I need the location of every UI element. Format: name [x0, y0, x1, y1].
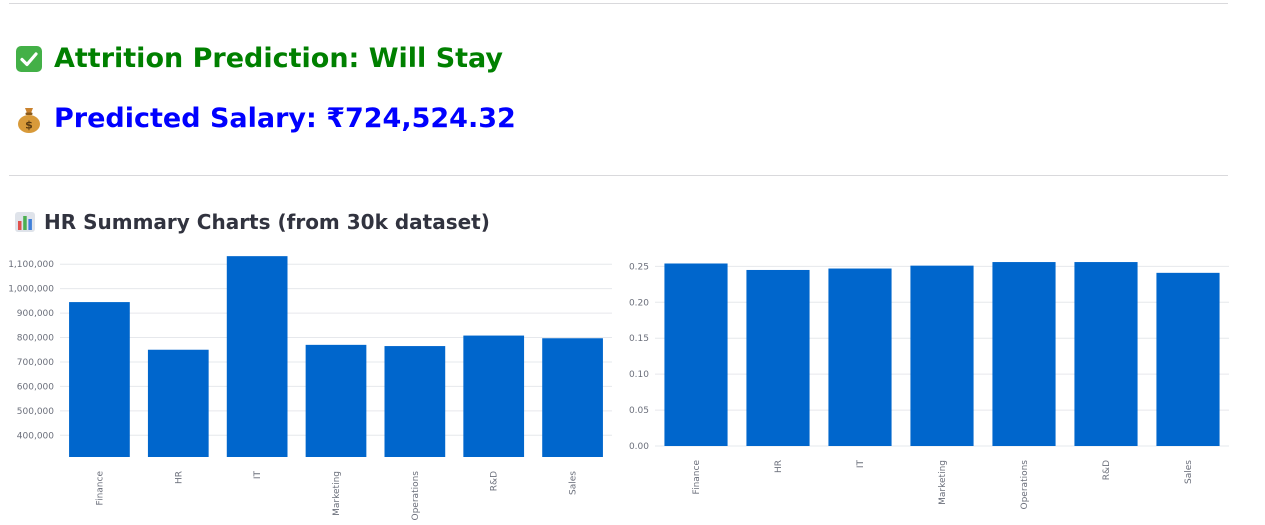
check-mark-button-icon — [14, 44, 44, 74]
x-tick-label: R&D — [490, 471, 500, 491]
x-tick-label: Operations — [411, 471, 421, 521]
bar-finance — [664, 263, 728, 446]
y-tick-label: 1,100,000 — [8, 260, 54, 270]
bar-hr — [147, 349, 209, 457]
bar-r-d — [463, 335, 525, 457]
x-tick-label: IT — [253, 471, 263, 480]
bar-it — [226, 256, 288, 457]
y-tick-label: 600,000 — [17, 382, 54, 392]
x-tick-label: IT — [856, 460, 866, 469]
bar-sales — [1156, 272, 1220, 446]
bar-operations — [992, 262, 1056, 446]
y-tick-label: 0.05 — [629, 406, 649, 416]
bar-operations — [384, 346, 446, 457]
y-tick-label: 900,000 — [17, 309, 54, 319]
y-tick-label: 400,000 — [17, 431, 54, 441]
bar-chart-icon — [14, 211, 36, 233]
bar-sales — [542, 338, 603, 457]
svg-text:$: $ — [25, 118, 33, 131]
x-tick-label: Sales — [569, 471, 579, 495]
top-divider — [9, 3, 1228, 4]
y-tick-label: 1,000,000 — [8, 285, 54, 295]
predicted-salary-text: Predicted Salary: ₹724,524.32 — [54, 103, 516, 134]
section-title: HR Summary Charts (from 30k dataset) — [44, 210, 490, 234]
bar-marketing — [910, 265, 974, 446]
x-tick-label: Finance — [692, 460, 702, 495]
bar-marketing — [305, 344, 367, 457]
y-tick-label: 800,000 — [17, 334, 54, 344]
attrition-rate-by-department-chart: 0.00 0.05 0.10 0.15 0.20 0.25 Finance HR IT Marke… — [629, 262, 1229, 510]
x-tick-label: HR — [174, 471, 184, 484]
y-tick-label: 0.00 — [629, 442, 649, 452]
y-tick-label: 500,000 — [17, 407, 54, 417]
y-tick-label: 0.20 — [629, 298, 649, 308]
x-tick-label: R&D — [1102, 460, 1112, 480]
x-tick-label: Finance — [95, 471, 105, 506]
x-tick-label: Sales — [1184, 460, 1194, 484]
x-tick-label: HR — [774, 460, 784, 473]
y-tick-label: 0.25 — [629, 262, 649, 272]
y-tick-label: 700,000 — [17, 358, 54, 368]
attrition-prediction: Attrition Prediction: Will Stay — [14, 43, 503, 74]
y-tick-label: 0.15 — [629, 334, 649, 344]
bar-hr — [746, 269, 810, 446]
bar-r-d — [1074, 262, 1138, 446]
x-tick-label: Operations — [1020, 460, 1030, 510]
bar-it — [828, 268, 892, 446]
bar-finance — [69, 302, 130, 457]
section-divider — [9, 175, 1228, 176]
x-tick-label: Marketing — [938, 460, 948, 505]
attrition-prediction-text: Attrition Prediction: Will Stay — [54, 43, 504, 74]
avg-salary-by-department-chart: 400,000 500,000 600,000 700,000 800,000 900,0… — [8, 256, 612, 521]
money-bag-icon: $ — [14, 104, 44, 134]
y-tick-label: 0.10 — [629, 370, 649, 380]
x-tick-label: Marketing — [332, 471, 342, 516]
section-heading: HR Summary Charts (from 30k dataset) — [14, 210, 490, 234]
predicted-salary: $ Predicted Salary: ₹724,524.32 — [14, 103, 516, 134]
